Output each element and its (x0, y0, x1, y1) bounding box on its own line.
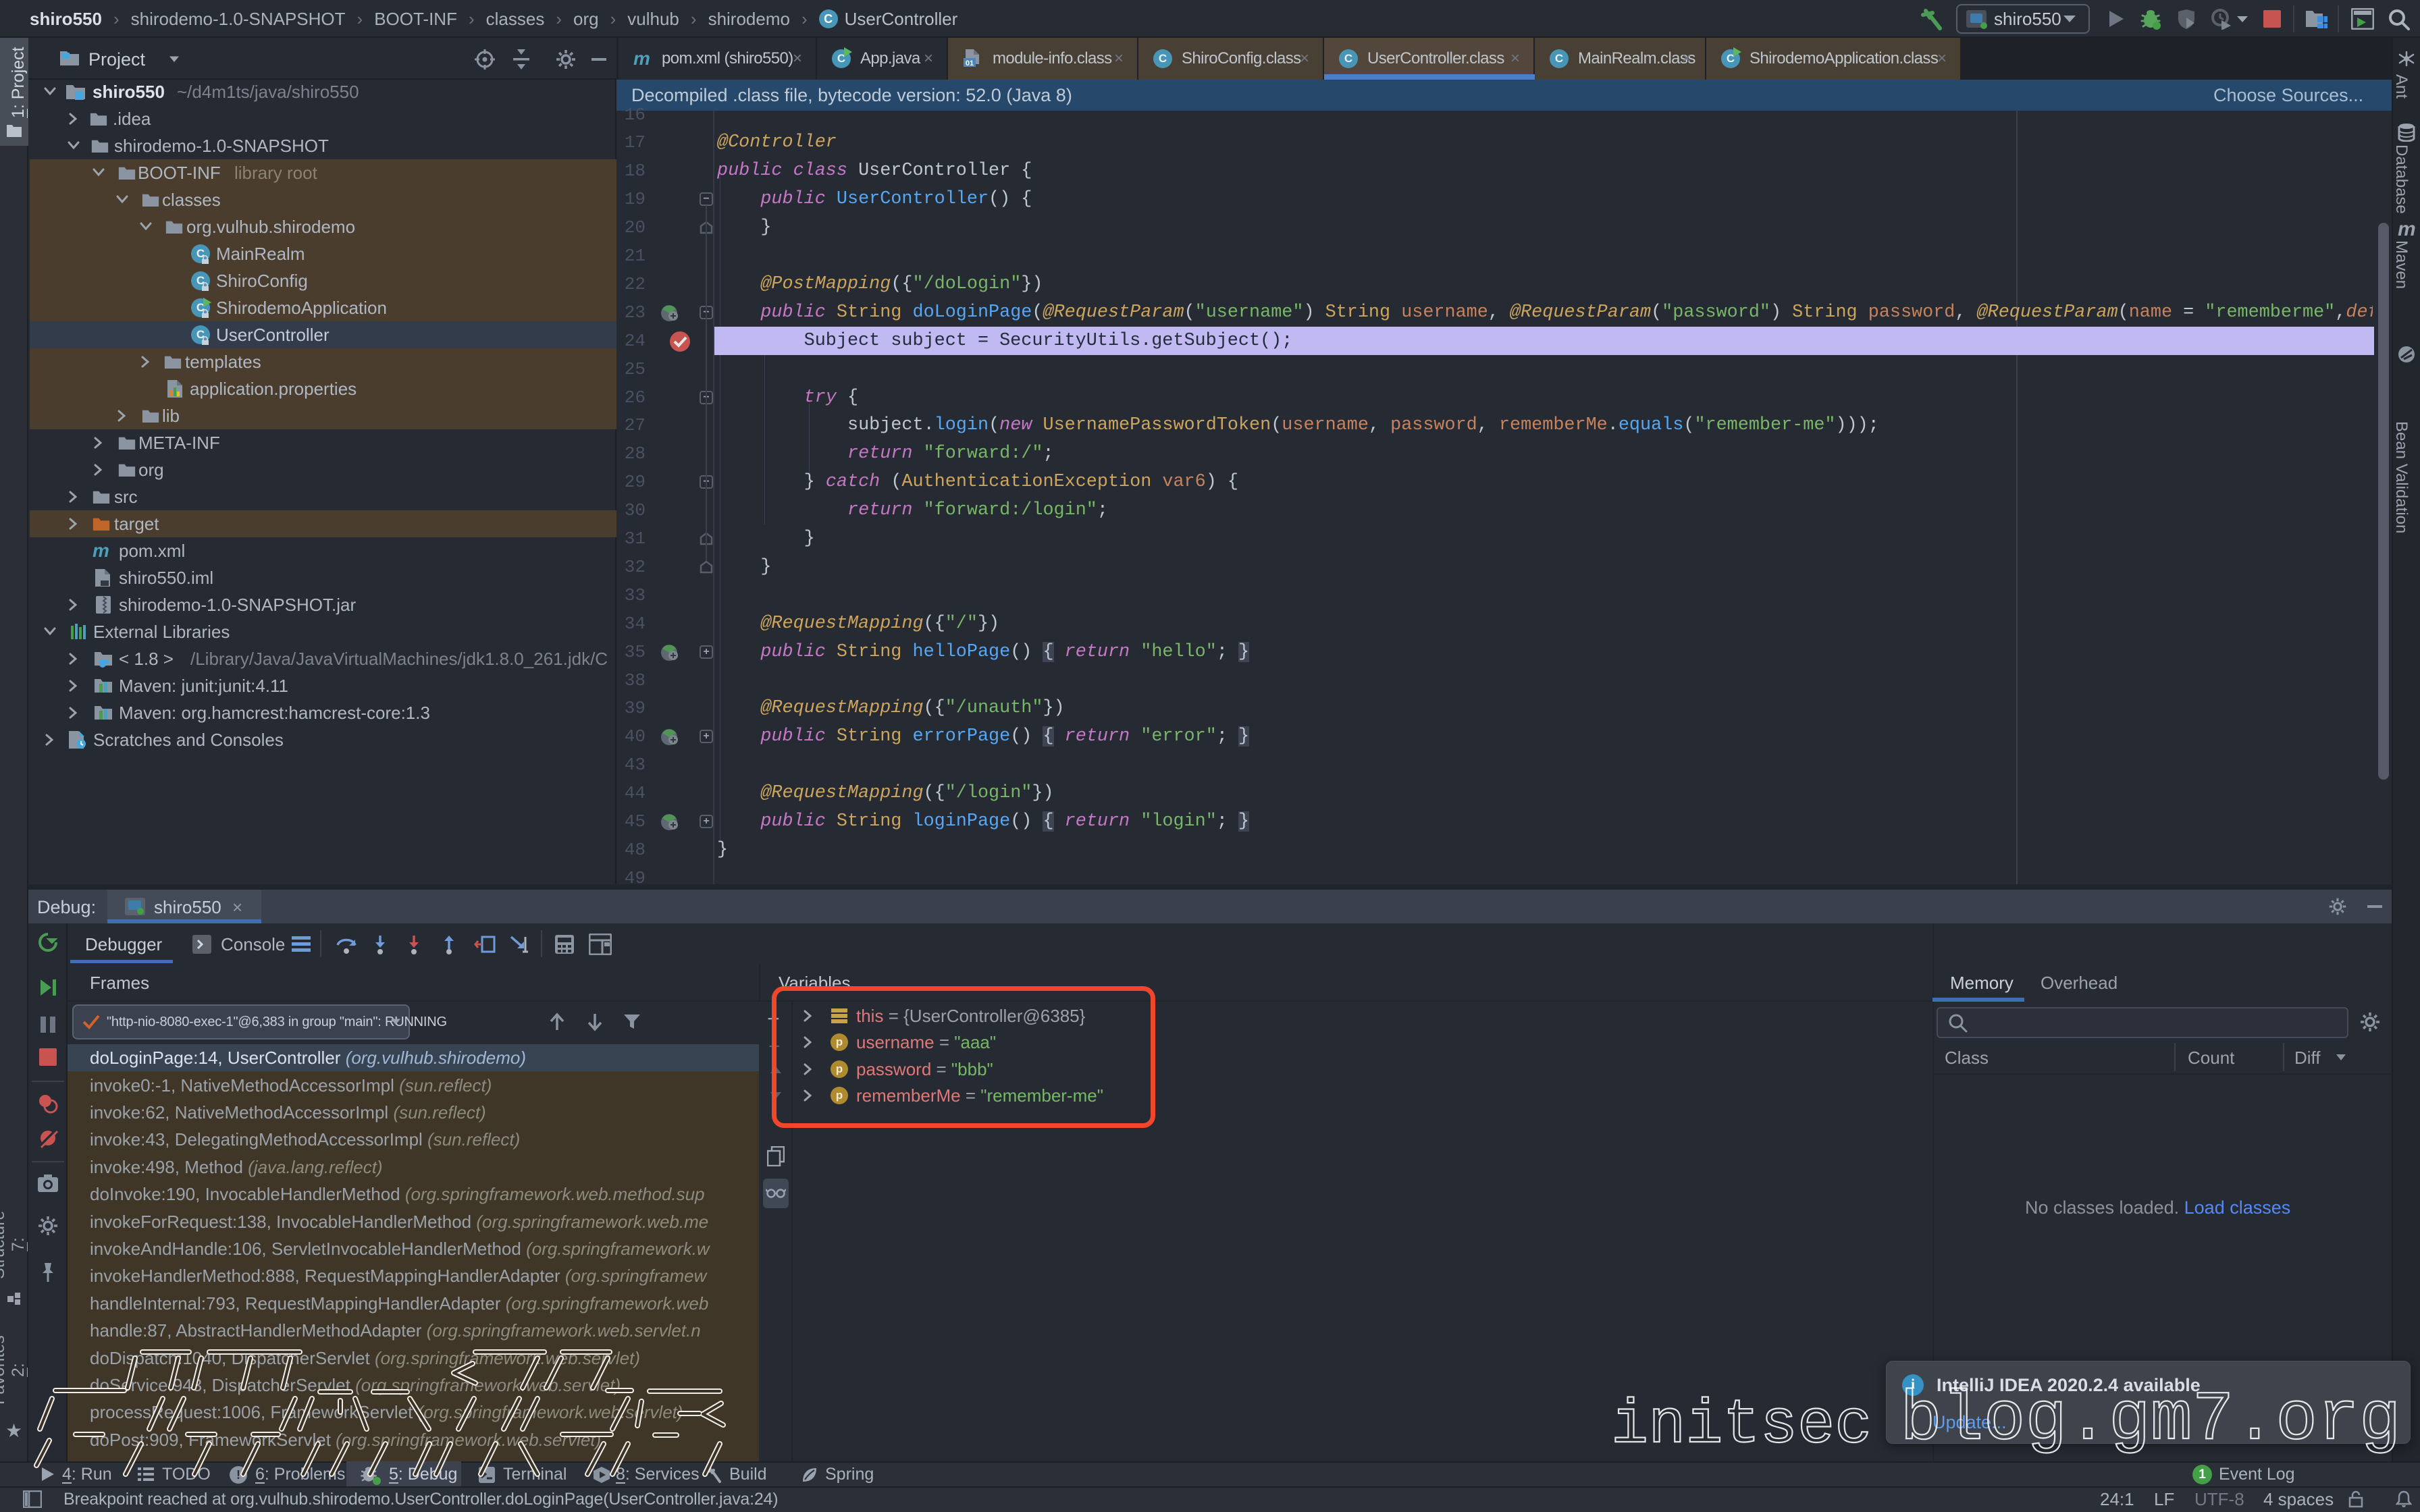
svg-text:01: 01 (966, 59, 974, 68)
